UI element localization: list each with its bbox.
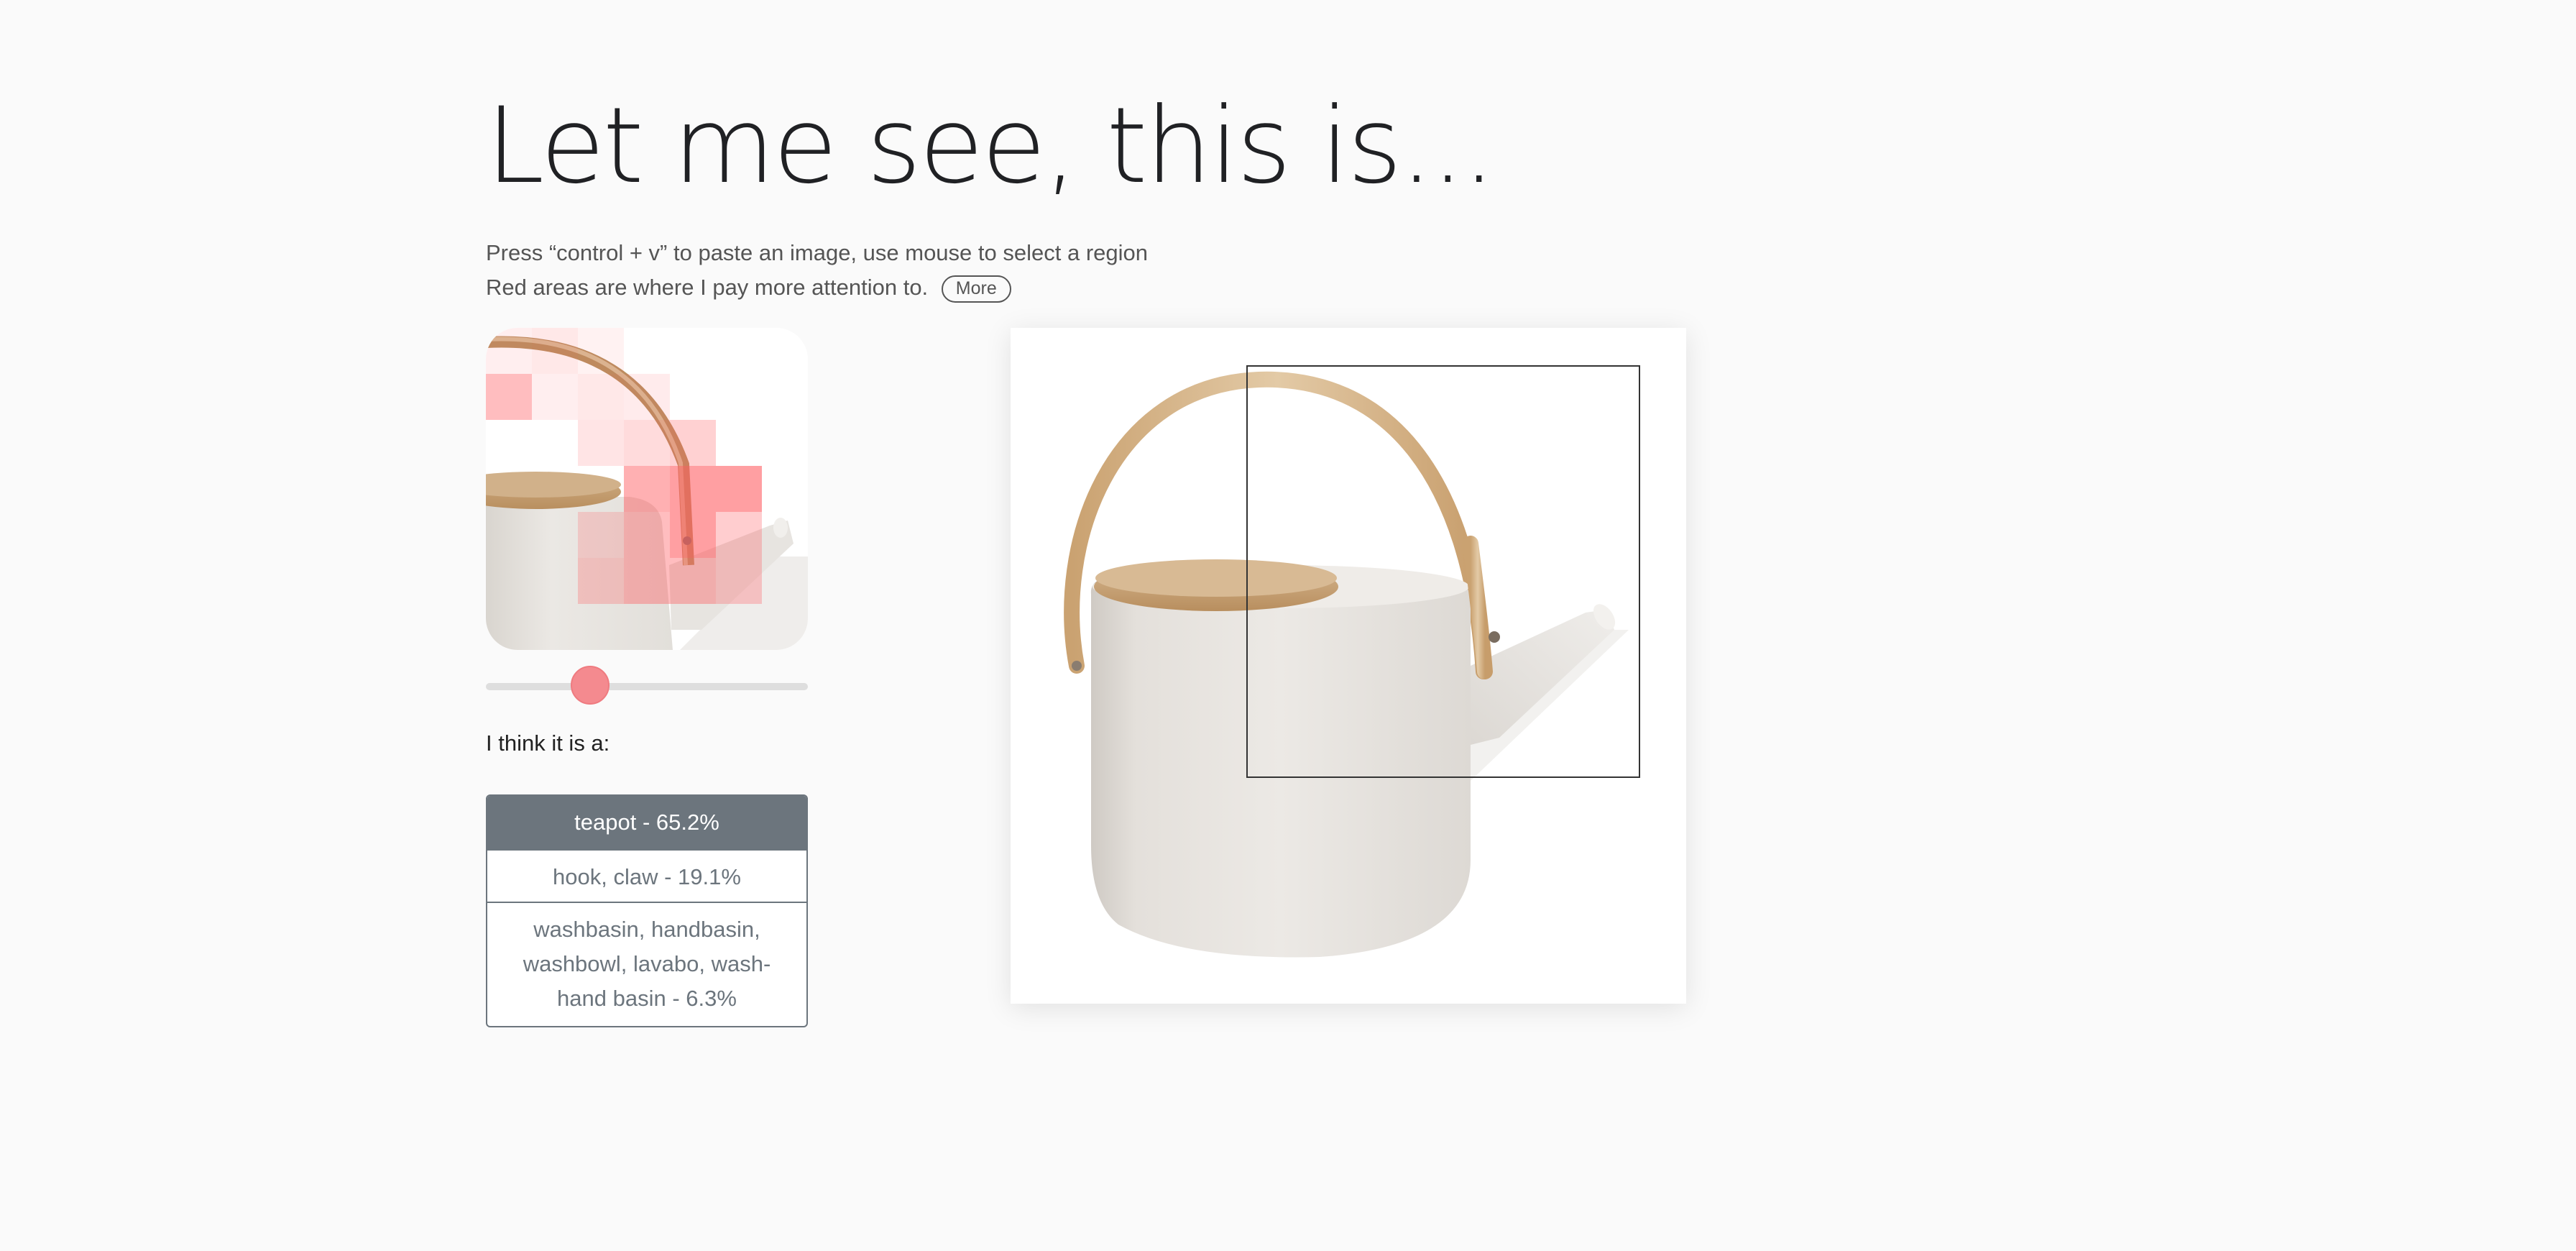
page: Let me see, this is... Press “control + … (0, 0, 2576, 1251)
image-canvas[interactable] (1011, 328, 1686, 1004)
attention-slider[interactable] (486, 666, 808, 705)
more-button[interactable]: More (941, 275, 1011, 303)
results-heading: I think it is a: (486, 730, 610, 756)
prediction-item-2[interactable]: hook, claw - 19.1% (487, 849, 806, 902)
page-title: Let me see, this is... (486, 85, 1496, 207)
predictions-list: teapot - 65.2% hook, claw - 19.1% washba… (486, 794, 808, 1027)
attention-thumbnail (486, 328, 808, 650)
attention-instruction: Red areas are where I pay more attention… (486, 275, 1011, 303)
paste-instruction: Press “control + v” to paste an image, u… (486, 240, 1148, 265)
attention-instruction-text: Red areas are where I pay more attention… (486, 275, 929, 301)
selection-box[interactable] (1246, 365, 1640, 778)
attention-thumbnail-image (486, 328, 808, 650)
prediction-item-1[interactable]: teapot - 65.2% (487, 796, 806, 849)
prediction-item-3[interactable]: washbasin, handbasin, washbowl, lavabo, … (487, 902, 806, 1026)
attention-slider-handle[interactable] (571, 666, 610, 705)
